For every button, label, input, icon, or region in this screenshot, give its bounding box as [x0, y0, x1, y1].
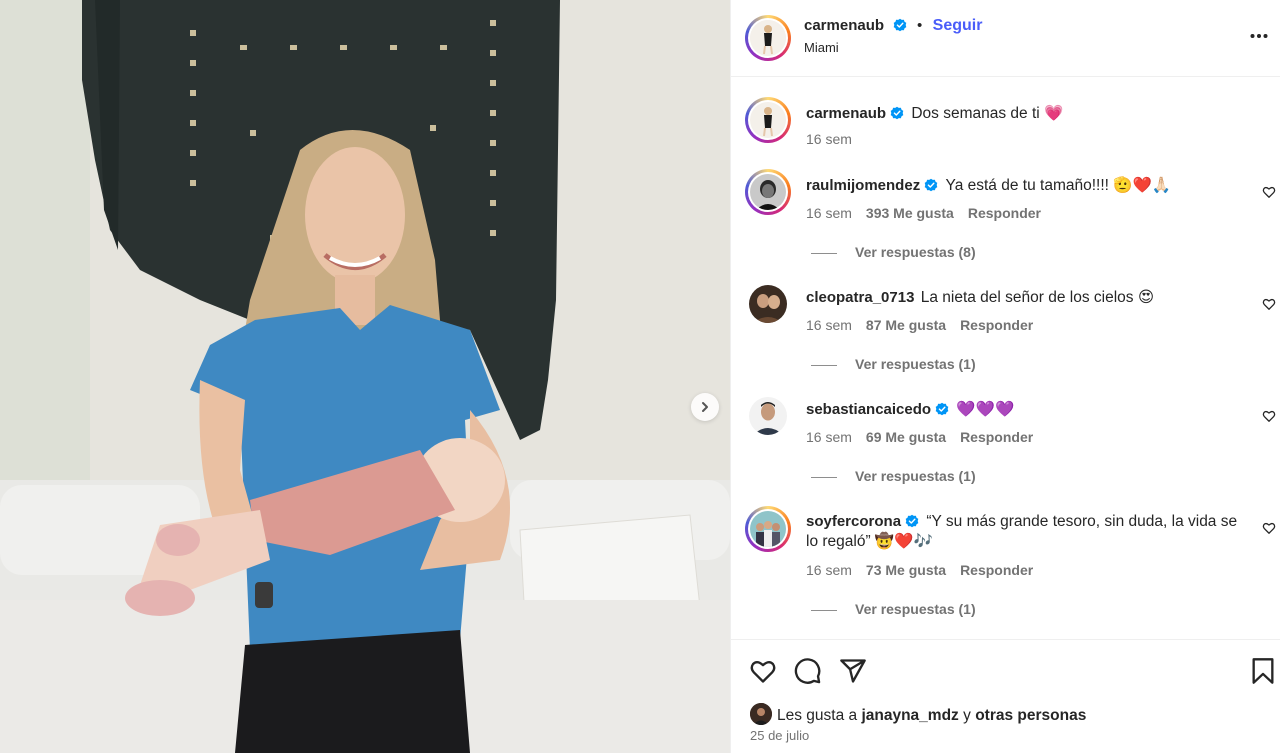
verified-badge-icon: [893, 18, 906, 32]
comment-age[interactable]: 16 sem: [806, 562, 852, 578]
post-photo: [0, 0, 730, 753]
caption-username[interactable]: carmenaub: [806, 105, 886, 122]
comment-raulmijomendez: raulmijomendez Ya está de tu tamaño!!!! …: [806, 175, 1246, 196]
replies-divider: [811, 252, 837, 254]
verified-badge-icon: [905, 514, 919, 528]
separator-dot: •: [916, 17, 923, 34]
post-location[interactable]: Miami: [804, 40, 839, 55]
photo-illustration: [0, 0, 730, 753]
post-details-panel: carmenaub • Seguir Miami carmenaub Dos s…: [730, 0, 1280, 753]
comment-cleopatra: cleopatra_0713 La nieta del señor de los…: [806, 287, 1246, 308]
comment-likes[interactable]: 87 Me gusta: [866, 317, 946, 333]
send-icon[interactable]: [839, 657, 867, 685]
comment-meta: 16 sem 87 Me gusta Responder: [806, 317, 1033, 333]
view-replies-label: Ver respuestas (8): [855, 244, 976, 260]
likes-middle: y: [958, 707, 976, 724]
comment-username[interactable]: cleopatra_0713: [806, 289, 914, 306]
comment-text: Ya está de tu tamaño!!!! 🫡❤️🙏🏻: [945, 177, 1172, 194]
reply-button[interactable]: Responder: [960, 562, 1033, 578]
comment-age[interactable]: 16 sem: [806, 429, 852, 445]
caption: carmenaub Dos semanas de ti 💗: [806, 103, 1246, 124]
comment-avatar-raulmijomendez[interactable]: [745, 169, 791, 215]
comment-like-heart-icon[interactable]: [1262, 521, 1276, 535]
replies-divider: [811, 609, 837, 611]
view-replies-button[interactable]: Ver respuestas (1): [811, 601, 976, 617]
comment-like-heart-icon[interactable]: [1262, 409, 1276, 423]
next-photo-button[interactable]: [691, 393, 719, 421]
reply-button[interactable]: Responder: [960, 429, 1033, 445]
comment-avatar-sebastiancaicedo[interactable]: [749, 397, 787, 435]
likes-prefix: Les gusta a: [777, 707, 862, 724]
caption-age: 16 sem: [806, 131, 852, 147]
avatar-image: [750, 102, 786, 138]
heart-icon[interactable]: [749, 657, 777, 685]
comment-likes[interactable]: 69 Me gusta: [866, 429, 946, 445]
comment-meta: 16 sem 73 Me gusta Responder: [806, 562, 1033, 578]
likes-summary: Les gusta a janayna_mdz y otras personas: [750, 703, 1086, 725]
comment-avatar-soyfercorona[interactable]: [745, 506, 791, 552]
comment-like-heart-icon[interactable]: [1262, 297, 1276, 311]
liker-avatar[interactable]: [750, 703, 772, 725]
view-replies-label: Ver respuestas (1): [855, 601, 976, 617]
chevron-right-icon: [702, 402, 708, 412]
view-replies-button[interactable]: Ver respuestas (1): [811, 468, 976, 484]
bookmark-icon[interactable]: [1249, 657, 1277, 685]
caption-timestamp[interactable]: 16 sem: [806, 131, 852, 147]
liker-username[interactable]: janayna_mdz: [861, 707, 958, 724]
post-header: carmenaub • Seguir Miami: [731, 0, 1280, 77]
avatar-image: [750, 703, 772, 725]
avatar-image: [749, 285, 787, 323]
post-date[interactable]: 25 de julio: [750, 728, 809, 743]
comment-age[interactable]: 16 sem: [806, 317, 852, 333]
post-actions: Les gusta a janayna_mdz y otras personas…: [731, 639, 1280, 753]
replies-divider: [811, 364, 837, 366]
comment-icon[interactable]: [794, 657, 822, 685]
comment-soyfercorona: soyfercorona “Y su más grande tesoro, si…: [806, 512, 1246, 552]
comment-avatar-cleopatra[interactable]: [749, 285, 787, 323]
comment-username[interactable]: sebastiancaicedo: [806, 401, 931, 418]
comment-username[interactable]: raulmijomendez: [806, 177, 920, 194]
caption-text: Dos semanas de ti 💗: [911, 105, 1064, 122]
more-options-button[interactable]: [1250, 24, 1268, 40]
comment-text: 💜💜💜: [956, 401, 1015, 418]
avatar-image: [750, 511, 786, 547]
comment-meta: 16 sem 393 Me gusta Responder: [806, 205, 1041, 221]
verified-badge-icon: [924, 178, 938, 192]
comment-meta: 16 sem 69 Me gusta Responder: [806, 429, 1033, 445]
comment-likes[interactable]: 393 Me gusta: [866, 205, 954, 221]
comment-age[interactable]: 16 sem: [806, 205, 852, 221]
author-avatar[interactable]: [745, 15, 791, 61]
reply-button[interactable]: Responder: [960, 317, 1033, 333]
author-username[interactable]: carmenaub: [804, 17, 884, 34]
comment-sebastiancaicedo: sebastiancaicedo 💜💜💜: [806, 399, 1246, 420]
caption-author-avatar[interactable]: [745, 97, 791, 143]
comment-like-heart-icon[interactable]: [1262, 185, 1276, 199]
avatar-image: [750, 20, 786, 56]
view-replies-button[interactable]: Ver respuestas (8): [811, 244, 976, 260]
avatar-image: [749, 397, 787, 435]
replies-divider: [811, 476, 837, 478]
view-replies-label: Ver respuestas (1): [855, 468, 976, 484]
verified-badge-icon: [935, 402, 949, 416]
avatar-image: [750, 174, 786, 210]
comment-text: La nieta del señor de los cielos 😍: [920, 289, 1155, 306]
view-replies-button[interactable]: Ver respuestas (1): [811, 356, 976, 372]
reply-button[interactable]: Responder: [968, 205, 1041, 221]
more-horizontal-icon: [1250, 34, 1268, 38]
comment-likes[interactable]: 73 Me gusta: [866, 562, 946, 578]
comment-username[interactable]: soyfercorona: [806, 513, 901, 530]
verified-badge-icon: [890, 106, 904, 120]
other-likers-link[interactable]: otras personas: [975, 707, 1086, 724]
follow-button[interactable]: Seguir: [933, 17, 983, 34]
view-replies-label: Ver respuestas (1): [855, 356, 976, 372]
